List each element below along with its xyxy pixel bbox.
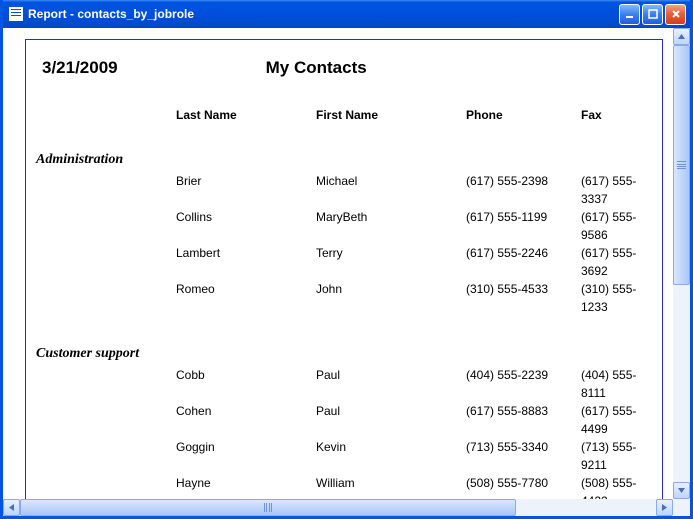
cell-first: Kevin [316, 438, 466, 474]
scroll-up-button[interactable] [673, 28, 690, 45]
table-row: GogginKevin(713) 555-3340(713) 555-9211 [36, 438, 652, 474]
cell-fax: (617) 555-3692 [581, 244, 652, 280]
cell-first: Paul [316, 402, 466, 438]
cell-first: Terry [316, 244, 466, 280]
cell-phone: (617) 555-8883 [466, 402, 581, 438]
minimize-button[interactable] [619, 4, 640, 25]
close-button[interactable] [665, 4, 686, 25]
application-window: Report - contacts_by_jobrole 3/21/2009 M… [0, 0, 693, 519]
titlebar[interactable]: Report - contacts_by_jobrole [3, 0, 690, 28]
cell-phone: (713) 555-3340 [466, 438, 581, 474]
scroll-left-button[interactable] [3, 499, 20, 516]
column-headers: Last Name First Name Phone Fax [36, 108, 652, 122]
cell-fax: (404) 555-8111 [581, 366, 652, 402]
table-row: RomeoJohn(310) 555-4533(310) 555-1233 [36, 280, 652, 316]
vertical-scrollbar[interactable] [673, 28, 690, 499]
table-row: CohenPaul(617) 555-8883(617) 555-4499 [36, 402, 652, 438]
cell-fax: (713) 555-9211 [581, 438, 652, 474]
vscroll-track[interactable] [673, 45, 690, 482]
window-title: Report - contacts_by_jobrole [28, 7, 619, 21]
cell-fax: (617) 555-3337 [581, 172, 652, 208]
group-name: Administration [36, 152, 652, 168]
report-viewport: 3/21/2009 My Contacts Last Name First Na… [3, 28, 673, 499]
cell-last: Hayne [176, 474, 316, 499]
scroll-down-button[interactable] [673, 482, 690, 499]
table-row: CollinsMaryBeth(617) 555-1199(617) 555-9… [36, 208, 652, 244]
group: Administration BrierMichael(617) 555-2398… [36, 152, 652, 316]
group-name: Customer support [36, 346, 652, 362]
report-icon [9, 7, 23, 21]
cell-last: Goggin [176, 438, 316, 474]
scrollbar-corner [673, 499, 690, 516]
cell-last: Cobb [176, 366, 316, 402]
scroll-right-button[interactable] [656, 499, 673, 516]
group: Customer support CobbPaul(404) 555-2239(4… [36, 346, 652, 499]
cell-phone: (617) 555-1199 [466, 208, 581, 244]
cell-first: MaryBeth [316, 208, 466, 244]
vscroll-thumb[interactable] [673, 45, 690, 285]
report-date: 3/21/2009 [42, 58, 118, 78]
hscroll-track[interactable] [20, 499, 656, 516]
cell-last: Cohen [176, 402, 316, 438]
maximize-button[interactable] [642, 4, 663, 25]
cell-first: John [316, 280, 466, 316]
report-title: My Contacts [266, 58, 367, 78]
hscroll-thumb[interactable] [20, 499, 516, 516]
col-header-last: Last Name [176, 108, 316, 122]
cell-last: Brier [176, 172, 316, 208]
cell-fax: (617) 555-4499 [581, 402, 652, 438]
cell-first: William [316, 474, 466, 499]
table-row: LambertTerry(617) 555-2246(617) 555-3692 [36, 244, 652, 280]
cell-fax: (617) 555-9586 [581, 208, 652, 244]
cell-phone: (617) 555-2398 [466, 172, 581, 208]
table-row: CobbPaul(404) 555-2239(404) 555-8111 [36, 366, 652, 402]
groups-container: Administration BrierMichael(617) 555-2398… [36, 152, 652, 499]
cell-last: Lambert [176, 244, 316, 280]
cell-phone: (508) 555-7780 [466, 474, 581, 499]
cell-fax: (310) 555-1233 [581, 280, 652, 316]
report-page: 3/21/2009 My Contacts Last Name First Na… [25, 39, 663, 499]
cell-first: Michael [316, 172, 466, 208]
table-row: HayneWilliam(508) 555-7780(508) 555-4422 [36, 474, 652, 499]
cell-first: Paul [316, 366, 466, 402]
cell-phone: (310) 555-4533 [466, 280, 581, 316]
cell-fax: (508) 555-4422 [581, 474, 652, 499]
col-header-phone: Phone [466, 108, 581, 122]
table-row: BrierMichael(617) 555-2398(617) 555-3337 [36, 172, 652, 208]
horizontal-scrollbar[interactable] [3, 499, 673, 516]
cell-last: Romeo [176, 280, 316, 316]
cell-phone: (404) 555-2239 [466, 366, 581, 402]
cell-phone: (617) 555-2246 [466, 244, 581, 280]
col-header-first: First Name [316, 108, 466, 122]
cell-last: Collins [176, 208, 316, 244]
col-header-fax: Fax [581, 108, 652, 122]
client-area: 3/21/2009 My Contacts Last Name First Na… [3, 28, 690, 516]
